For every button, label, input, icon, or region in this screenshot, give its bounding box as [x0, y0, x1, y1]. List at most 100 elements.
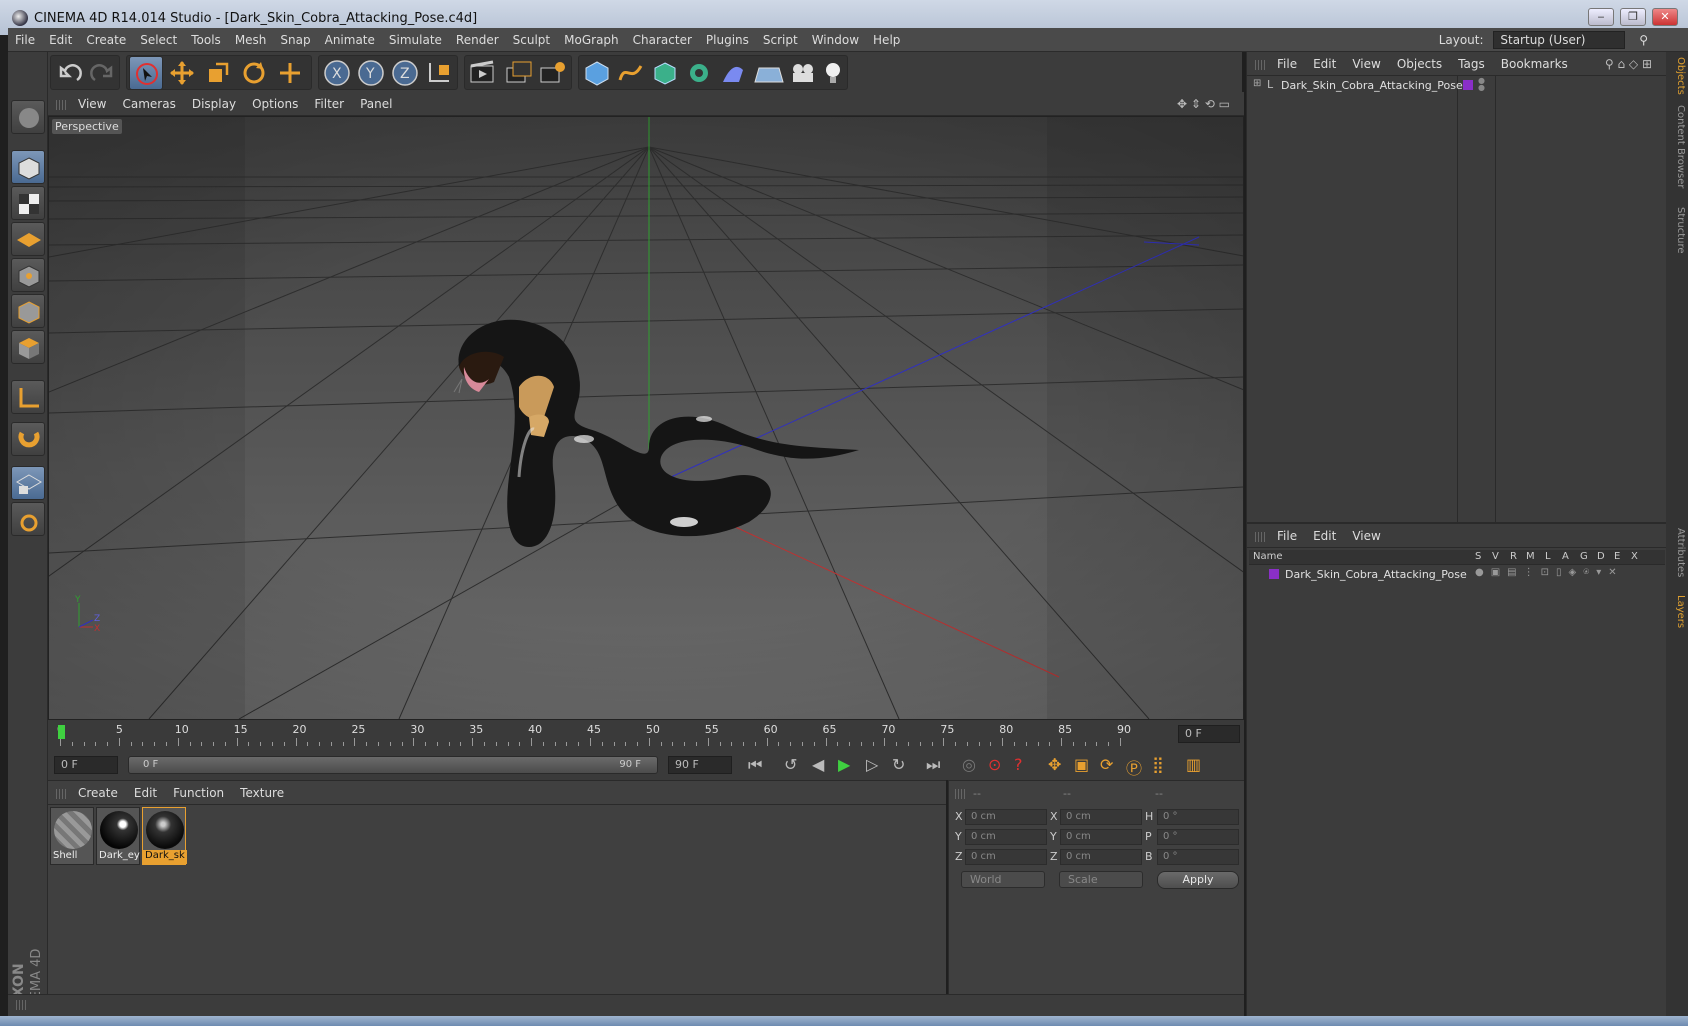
- object-menu-file[interactable]: File: [1269, 52, 1305, 76]
- menu-plugins[interactable]: Plugins: [699, 28, 756, 52]
- transform-mode-dropdown[interactable]: Scale: [1059, 871, 1143, 888]
- size-z-field[interactable]: 0 cm: [1060, 849, 1142, 865]
- layer-menu-file[interactable]: File: [1269, 524, 1305, 548]
- coordinate-space-dropdown[interactable]: World: [961, 871, 1045, 888]
- key-scale-icon[interactable]: ▣: [1074, 755, 1089, 774]
- menu-character[interactable]: Character: [626, 28, 699, 52]
- 3d-scene[interactable]: Perspective Y Z X: [0, 116, 1688, 720]
- tab-structure[interactable]: Structure: [1668, 202, 1686, 258]
- size-y-field[interactable]: 0 cm: [1060, 829, 1142, 845]
- pos-z-field[interactable]: 0 cm: [965, 849, 1047, 865]
- deformer-icon[interactable]: [719, 60, 747, 86]
- axis-mode-icon[interactable]: [11, 380, 45, 414]
- layout-dropdown[interactable]: Startup (User): [1493, 31, 1626, 49]
- render-view-icon[interactable]: [469, 60, 497, 86]
- close-button[interactable]: ✕: [1652, 8, 1678, 26]
- move-tool-icon[interactable]: [165, 56, 199, 90]
- menu-animate[interactable]: Animate: [318, 28, 382, 52]
- coordinate-system-icon[interactable]: [425, 59, 453, 87]
- key-parameter-icon[interactable]: Ⓟ: [1126, 755, 1142, 779]
- end-frame-field[interactable]: 90 F: [668, 756, 732, 774]
- apply-button[interactable]: Apply: [1157, 871, 1239, 889]
- polygons-mode-icon[interactable]: [11, 330, 45, 364]
- viewport-menu-options[interactable]: Options: [244, 92, 306, 116]
- object-menu-objects[interactable]: Objects: [1389, 52, 1450, 76]
- magnet-icon[interactable]: [11, 422, 45, 456]
- z-axis-lock-icon[interactable]: Z: [391, 59, 419, 87]
- goto-start-icon[interactable]: ⏮: [748, 755, 762, 775]
- object-menu-view[interactable]: View: [1344, 52, 1388, 76]
- x-axis-lock-icon[interactable]: X: [323, 59, 351, 87]
- object-panel-tools-icon[interactable]: ⚲ ⌂ ◇ ⊞: [1597, 52, 1660, 76]
- render-picture-viewer-icon[interactable]: [505, 60, 533, 86]
- make-editable-icon[interactable]: [11, 100, 45, 134]
- viewport-menu-panel[interactable]: Panel: [352, 92, 400, 116]
- edges-mode-icon[interactable]: [11, 294, 45, 328]
- menu-file[interactable]: File: [8, 28, 42, 52]
- rot-b-field[interactable]: 0 °: [1157, 849, 1239, 865]
- object-menu-tags[interactable]: Tags: [1450, 52, 1493, 76]
- menu-create[interactable]: Create: [79, 28, 133, 52]
- camera-label[interactable]: Perspective: [52, 119, 122, 134]
- goto-next-key-icon[interactable]: ↻: [892, 755, 905, 774]
- spline-icon[interactable]: [617, 60, 645, 86]
- column-expressions[interactable]: E: [1614, 551, 1620, 562]
- key-rotation-icon[interactable]: ⟳: [1100, 755, 1113, 774]
- minimize-button[interactable]: ‒: [1588, 8, 1614, 26]
- tab-attributes[interactable]: Attributes: [1668, 522, 1686, 584]
- layer-color-tag[interactable]: [1463, 80, 1473, 90]
- menu-script[interactable]: Script: [756, 28, 805, 52]
- workplane-mode-icon[interactable]: [11, 222, 45, 256]
- rotate-tool-icon[interactable]: [237, 56, 271, 90]
- timeline-window-icon[interactable]: ▥: [1186, 755, 1201, 774]
- pos-y-field[interactable]: 0 cm: [965, 829, 1047, 845]
- scale-tool-icon[interactable]: [201, 56, 235, 90]
- column-render[interactable]: R: [1510, 551, 1517, 562]
- menu-window[interactable]: Window: [805, 28, 866, 52]
- playhead-marker[interactable]: [58, 725, 65, 739]
- layer-row[interactable]: Dark_Skin_Cobra_Attacking_Pose ●▣▤⋮⊡▯◈⍟▾…: [1249, 566, 1665, 582]
- panel-grip[interactable]: [955, 789, 965, 799]
- maximize-button[interactable]: ❐: [1620, 8, 1646, 26]
- tab-objects[interactable]: Objects: [1668, 56, 1686, 96]
- material-menu-create[interactable]: Create: [70, 781, 126, 805]
- redo-icon[interactable]: [89, 62, 115, 86]
- key-pla-icon[interactable]: ⣿: [1152, 755, 1164, 774]
- points-mode-icon[interactable]: [11, 258, 45, 292]
- material-menu-edit[interactable]: Edit: [126, 781, 165, 805]
- menu-select[interactable]: Select: [133, 28, 184, 52]
- column-name[interactable]: Name: [1253, 551, 1283, 562]
- pos-x-field[interactable]: 0 cm: [965, 809, 1047, 825]
- floor-environment-icon[interactable]: [753, 60, 785, 86]
- expand-icon[interactable]: ⊞: [1253, 78, 1261, 89]
- viewport-menu-cameras[interactable]: Cameras: [114, 92, 183, 116]
- motion-record-icon[interactable]: ◎: [962, 755, 976, 774]
- render-settings-icon[interactable]: [539, 60, 567, 86]
- texture-mode-icon[interactable]: [11, 186, 45, 220]
- viewport-nav-icons[interactable]: ✥ ⇕ ⟲ ▭: [1169, 92, 1238, 116]
- object-menu-edit[interactable]: Edit: [1305, 52, 1344, 76]
- visibility-dots-icon[interactable]: ● ●: [1478, 77, 1485, 92]
- panel-grip[interactable]: [1255, 59, 1265, 70]
- start-frame-field[interactable]: 0 F: [54, 756, 118, 774]
- column-visible[interactable]: V: [1492, 551, 1499, 562]
- timeline-ruler[interactable]: 051015202530354045505560657075808590 0 F: [48, 720, 1244, 750]
- column-locked[interactable]: L: [1545, 551, 1551, 562]
- material-swatch-eye[interactable]: Dark_ey: [96, 807, 140, 865]
- menu-mograph[interactable]: MoGraph: [557, 28, 626, 52]
- viewport-menu-view[interactable]: View: [70, 92, 114, 116]
- panel-grip[interactable]: [1255, 531, 1265, 542]
- rot-h-field[interactable]: 0 °: [1157, 809, 1239, 825]
- recent-tool-icon[interactable]: [273, 56, 307, 90]
- autokey-icon[interactable]: ?: [1014, 755, 1023, 774]
- menu-edit[interactable]: Edit: [42, 28, 79, 52]
- object-menu-bookmarks[interactable]: Bookmarks: [1493, 52, 1576, 76]
- menu-mesh[interactable]: Mesh: [228, 28, 274, 52]
- goto-prev-key-icon[interactable]: ↺: [784, 755, 797, 774]
- play-icon[interactable]: ▶: [838, 755, 850, 774]
- panel-grip[interactable]: [56, 788, 66, 799]
- material-menu-function[interactable]: Function: [165, 781, 232, 805]
- viewport-menu-filter[interactable]: Filter: [306, 92, 352, 116]
- menu-render[interactable]: Render: [449, 28, 506, 52]
- live-selection-icon[interactable]: [129, 56, 163, 90]
